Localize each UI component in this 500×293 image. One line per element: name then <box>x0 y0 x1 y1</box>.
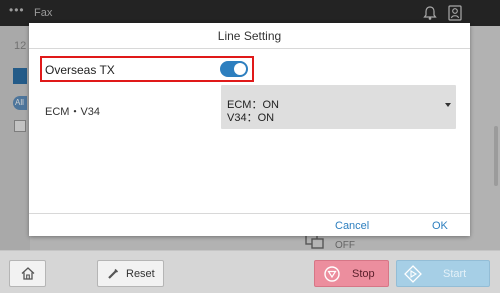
overseas-tx-toggle[interactable] <box>220 61 248 77</box>
reset-label: Reset <box>126 268 155 280</box>
stop-button[interactable]: Stop <box>314 260 389 287</box>
dialog-title: Line Setting <box>29 23 470 49</box>
line-setting-dialog: Line Setting Overseas TX ECM・V34 ECM：ON … <box>29 23 470 236</box>
overseas-tx-row[interactable]: Overseas TX <box>40 56 254 82</box>
fax-screen: ••• Fax 12 All OFF Line Setting Overseas… <box>0 0 500 293</box>
v34-value: V34：ON <box>227 112 275 124</box>
home-icon <box>21 267 35 280</box>
ecm-v34-select[interactable]: ECM：ON V34：ON <box>221 85 456 129</box>
stop-icon <box>324 266 340 282</box>
toggle-knob <box>234 63 246 75</box>
stop-label: Stop <box>352 268 375 280</box>
overseas-tx-label: Overseas TX <box>45 63 115 77</box>
cancel-button[interactable]: Cancel <box>335 220 369 232</box>
reset-button[interactable]: Reset <box>97 260 164 287</box>
start-icon <box>404 265 422 283</box>
start-button[interactable]: Start <box>396 260 490 287</box>
ecm-v34-label: ECM・V34 <box>45 106 101 118</box>
start-label: Start <box>443 268 467 280</box>
ok-button[interactable]: OK <box>432 220 448 232</box>
bottom-bar: Reset Stop Start <box>0 250 500 293</box>
dropdown-arrow-icon <box>445 103 451 107</box>
dialog-footer: Cancel OK <box>29 213 470 236</box>
reset-icon <box>108 268 119 279</box>
home-button[interactable] <box>9 260 46 287</box>
